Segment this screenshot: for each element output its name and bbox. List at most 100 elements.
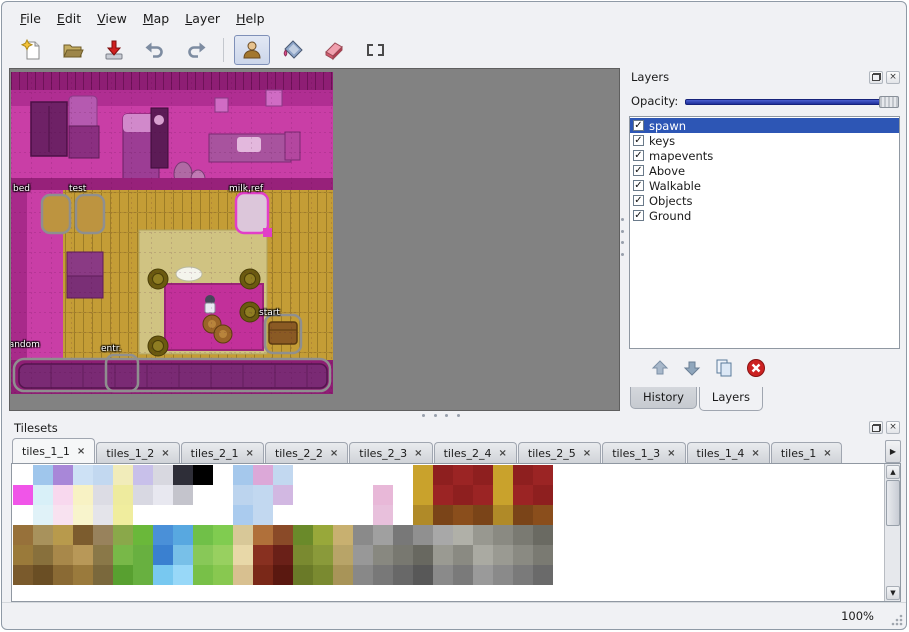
tileset-tile[interactable] [313, 545, 333, 565]
tileset-tile[interactable] [93, 565, 113, 585]
tileset-tile[interactable] [393, 565, 413, 585]
tileset-tile[interactable] [133, 525, 153, 545]
map-view[interactable]: bedtestmilk,refstartrandomentr. [9, 68, 620, 411]
tileset-tab-tiles_1[interactable]: tiles_1× [771, 442, 842, 463]
tileset-tile[interactable] [73, 525, 93, 545]
tileset-tile[interactable] [33, 485, 53, 505]
tileset-tile[interactable] [273, 485, 293, 505]
layer-visibility-checkbox[interactable]: ✓ [633, 195, 644, 206]
tilesets-dock-float-button[interactable] [869, 421, 883, 434]
tileset-tile[interactable] [13, 545, 33, 565]
tileset-tile[interactable] [413, 505, 433, 525]
vertical-splitter[interactable] [619, 218, 625, 256]
tileset-tile[interactable] [153, 465, 173, 485]
tileset-tile[interactable] [373, 525, 393, 545]
tileset-tile[interactable] [353, 505, 373, 525]
tileset-tile[interactable] [213, 565, 233, 585]
layer-list[interactable]: ✓spawn✓keys✓mapevents✓Above✓Walkable✓Obj… [629, 116, 900, 349]
layer-row-Above[interactable]: ✓Above [630, 163, 899, 178]
tab-close-icon[interactable]: × [246, 448, 254, 459]
tileset-tile[interactable] [453, 465, 473, 485]
tileset-tab-tiles_2_3[interactable]: tiles_2_3× [349, 442, 432, 463]
scroll-down-button[interactable]: ▼ [886, 586, 900, 600]
tileset-tile[interactable] [373, 505, 393, 525]
menu-item-edit[interactable]: Edit [49, 8, 89, 29]
tileset-tile[interactable] [13, 465, 33, 485]
tileset-tile[interactable] [133, 565, 153, 585]
tileset-tile[interactable] [253, 565, 273, 585]
tileset-tile[interactable] [413, 565, 433, 585]
tileset-tile[interactable] [53, 545, 73, 565]
tileset-tile[interactable] [253, 465, 273, 485]
tileset-tile[interactable] [313, 505, 333, 525]
tileset-tile[interactable] [353, 545, 373, 565]
tab-close-icon[interactable]: × [667, 448, 675, 459]
tileset-tile[interactable] [353, 565, 373, 585]
tileset-tile[interactable] [153, 565, 173, 585]
tileset-tile[interactable] [113, 465, 133, 485]
layer-visibility-checkbox[interactable]: ✓ [633, 150, 644, 161]
undo-button[interactable] [137, 35, 173, 65]
tileset-tile[interactable] [513, 505, 533, 525]
duplicate-layer-button[interactable] [711, 355, 737, 381]
tileset-tile[interactable] [53, 485, 73, 505]
tileset-tile[interactable] [273, 505, 293, 525]
tileset-tile[interactable] [133, 505, 153, 525]
tileset-tile[interactable] [473, 505, 493, 525]
layer-visibility-checkbox[interactable]: ✓ [633, 165, 644, 176]
tileset-tile[interactable] [113, 525, 133, 545]
tileset-tile[interactable] [73, 565, 93, 585]
menu-item-layer[interactable]: Layer [177, 8, 228, 29]
new-file-button[interactable] [14, 35, 50, 65]
layer-row-mapevents[interactable]: ✓mapevents [630, 148, 899, 163]
tileset-tile[interactable] [173, 505, 193, 525]
tileset-tile[interactable] [533, 505, 553, 525]
opacity-slider[interactable] [685, 95, 899, 108]
tileset-tab-tiles_2_5[interactable]: tiles_2_5× [518, 442, 601, 463]
opacity-slider-handle[interactable] [879, 96, 899, 108]
stamp-brush-tool-button[interactable] [234, 35, 270, 65]
tileset-tile[interactable] [93, 485, 113, 505]
tileset-tile[interactable] [193, 565, 213, 585]
tileset-tile[interactable] [33, 525, 53, 545]
tileset-tile[interactable] [153, 505, 173, 525]
tileset-tile[interactable] [393, 485, 413, 505]
tileset-tile[interactable] [13, 505, 33, 525]
tileset-tile[interactable] [273, 465, 293, 485]
tab-close-icon[interactable]: × [823, 448, 831, 459]
tileset-tile[interactable] [33, 465, 53, 485]
tileset-tile[interactable] [413, 525, 433, 545]
tileset-tile[interactable] [533, 525, 553, 545]
tileset-tile[interactable] [253, 505, 273, 525]
layer-visibility-checkbox[interactable]: ✓ [633, 210, 644, 221]
tileset-tile[interactable] [293, 525, 313, 545]
tileset-tile[interactable] [293, 465, 313, 485]
tileset-tile[interactable] [333, 565, 353, 585]
tileset-tile[interactable] [13, 485, 33, 505]
tileset-tile[interactable] [513, 465, 533, 485]
tileset-tile[interactable] [393, 525, 413, 545]
tileset-tile[interactable] [233, 565, 253, 585]
tab-close-icon[interactable]: × [751, 448, 759, 459]
tileset-tile[interactable] [153, 545, 173, 565]
tileset-tab-tiles_2_4[interactable]: tiles_2_4× [434, 442, 517, 463]
tileset-tile[interactable] [173, 545, 193, 565]
tileset-tile[interactable] [453, 545, 473, 565]
tileset-tile[interactable] [13, 525, 33, 545]
tileset-tile[interactable] [213, 505, 233, 525]
menu-item-help[interactable]: Help [228, 8, 273, 29]
tileset-tile[interactable] [373, 565, 393, 585]
tileset-tile[interactable] [373, 485, 393, 505]
tileset-tile[interactable] [273, 545, 293, 565]
tileset-tile[interactable] [293, 565, 313, 585]
tileset-tile[interactable] [233, 465, 253, 485]
layer-row-Walkable[interactable]: ✓Walkable [630, 178, 899, 193]
tileset-tile[interactable] [53, 565, 73, 585]
layer-visibility-checkbox[interactable]: ✓ [633, 180, 644, 191]
scroll-thumb[interactable] [886, 480, 900, 526]
tileset-tile[interactable] [13, 565, 33, 585]
tileset-tile[interactable] [273, 565, 293, 585]
tileset-tile[interactable] [353, 525, 373, 545]
tileset-tile[interactable] [453, 565, 473, 585]
tab-close-icon[interactable]: × [414, 448, 422, 459]
